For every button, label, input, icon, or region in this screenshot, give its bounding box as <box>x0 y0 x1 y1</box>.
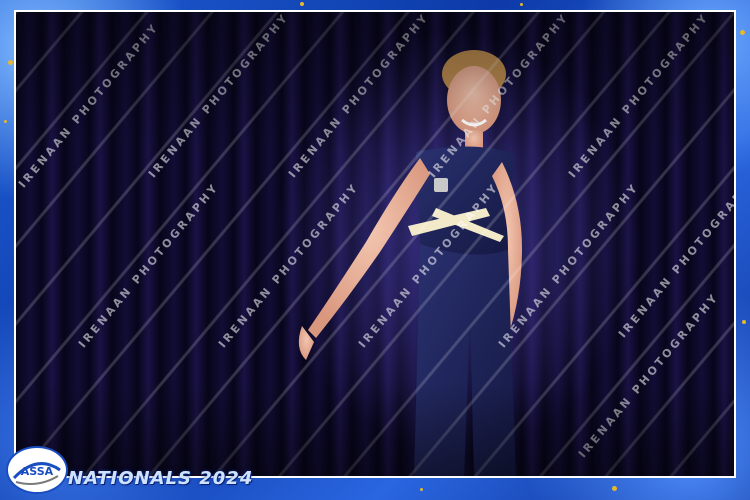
gold-fleck <box>300 2 304 6</box>
watermark-text: IRENAAN PHOTOGRAPHY <box>216 180 362 351</box>
watermark-text: IRENAAN PHOTOGRAPHY <box>146 10 292 181</box>
watermark-text: IRENAAN PHOTOGRAPHY <box>496 180 642 351</box>
event-photo: IRENAAN PHOTOGRAPHY IRENAAN PHOTOGRAPHY … <box>14 10 736 478</box>
watermark-stripes <box>16 12 734 476</box>
event-title: NATIONALS 2024 <box>68 468 254 489</box>
gold-fleck <box>612 486 617 491</box>
assa-logo: ASSA <box>6 446 68 494</box>
gold-fleck <box>8 60 13 65</box>
logo-text: ASSA <box>21 465 54 478</box>
watermark-text: IRENAAN PHOTOGRAPHY <box>286 10 432 181</box>
watermark-text: IRENAAN PHOTOGRAPHY <box>616 170 736 341</box>
watermark-text: IRENAAN PHOTOGRAPHY <box>356 180 502 351</box>
watermark-text: IRENAAN PHOTOGRAPHY <box>76 180 222 351</box>
watermark-text: IRENAAN PHOTOGRAPHY <box>566 10 712 181</box>
watermark-text: IRENAAN PHOTOGRAPHY <box>16 20 162 191</box>
gold-fleck <box>4 120 7 123</box>
watermark-text: IRENAAN PHOTOGRAPHY <box>576 290 722 461</box>
gold-fleck <box>420 488 423 491</box>
watermark-text: IRENAAN PHOTOGRAPHY <box>426 10 572 181</box>
gold-fleck <box>740 30 745 35</box>
gold-fleck <box>742 320 746 324</box>
gymnast-figure <box>298 50 522 476</box>
gold-fleck <box>520 3 523 6</box>
